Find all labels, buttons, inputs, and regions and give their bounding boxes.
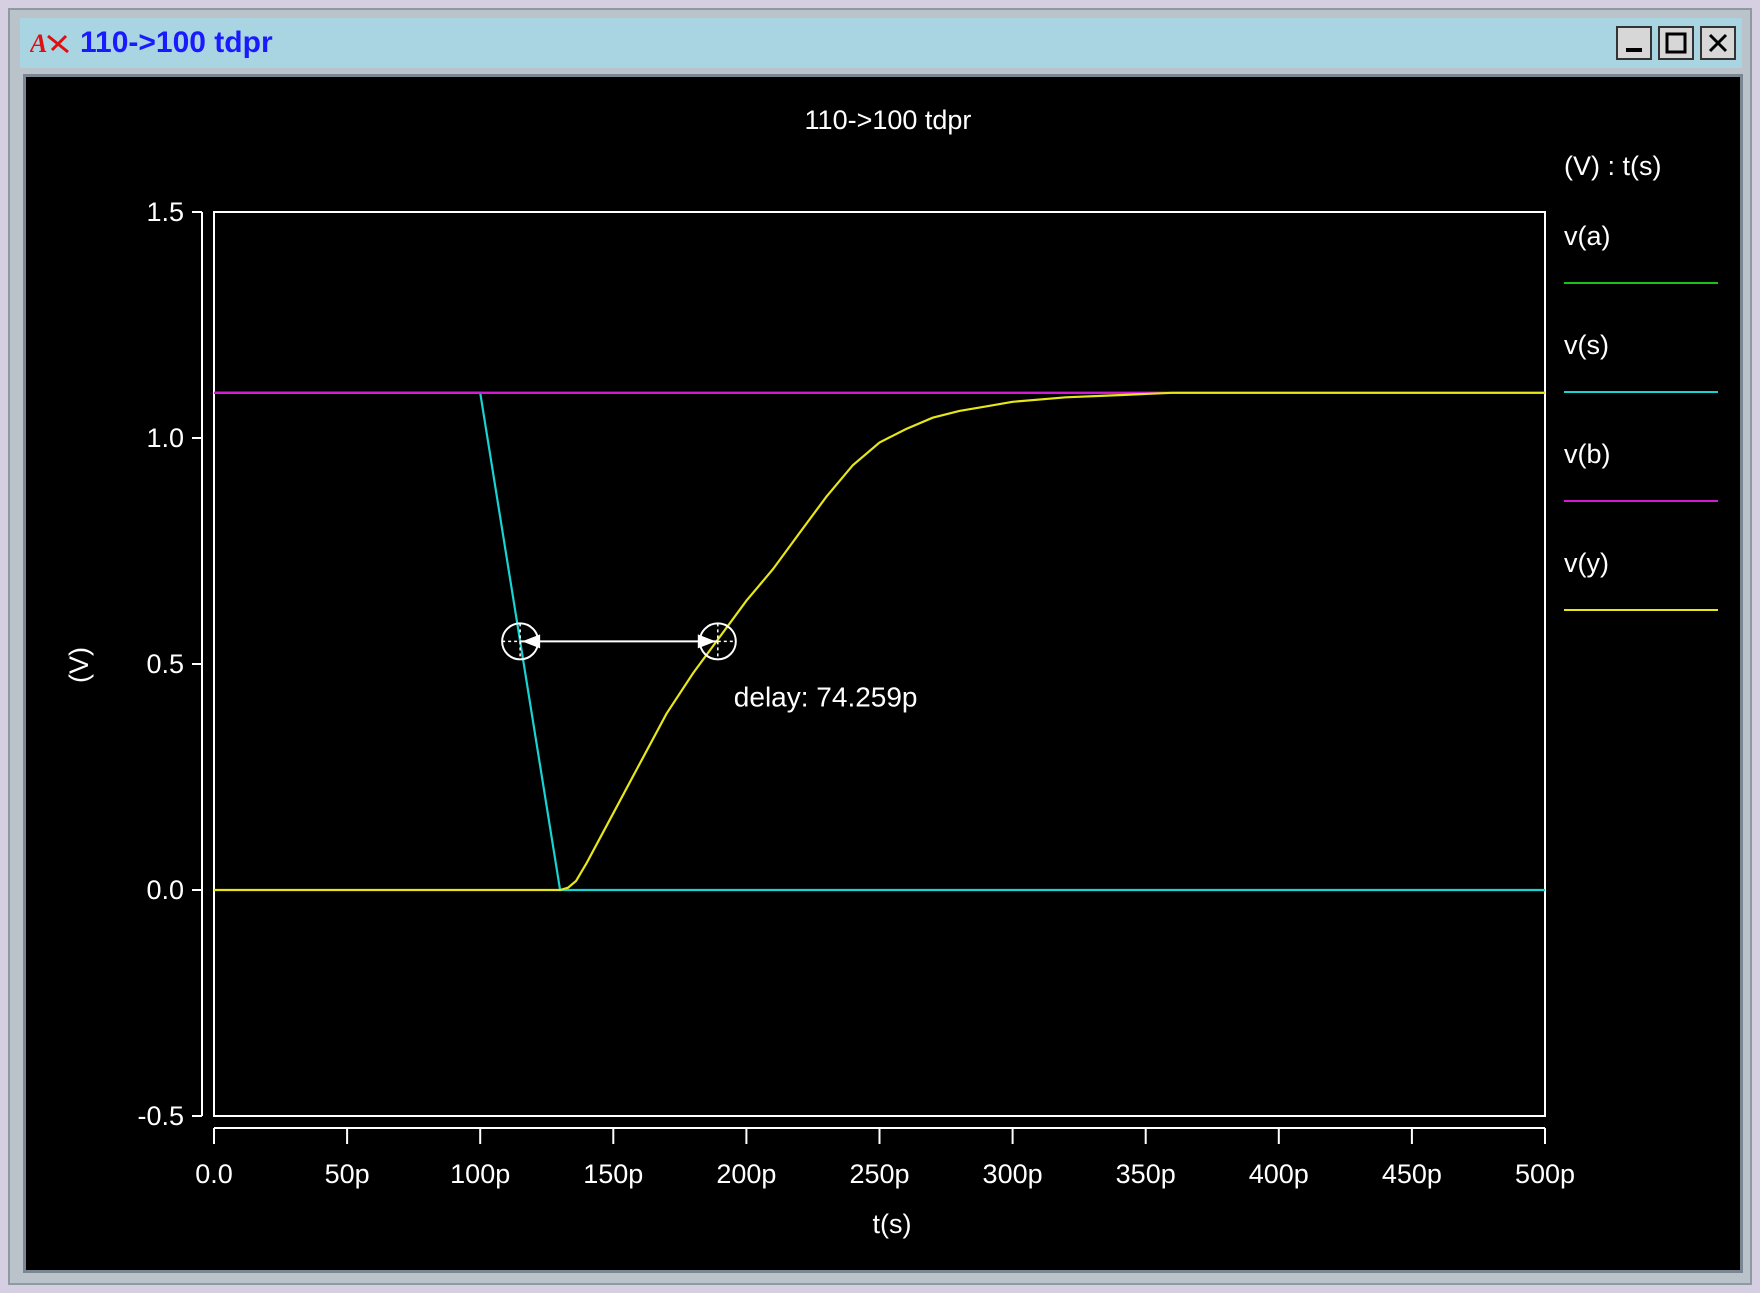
x-tick-label: 300p bbox=[983, 1159, 1043, 1189]
series-line-v-s bbox=[214, 391, 1545, 892]
series-line-v-y bbox=[214, 391, 1545, 892]
legend-label: v(s) bbox=[1564, 330, 1609, 360]
y-tick-label: 1.5 bbox=[146, 197, 184, 227]
x-tick-label: 350p bbox=[1116, 1159, 1176, 1189]
chart-svg: 110->100 tdpr 1.5 1.0 0.5 0.0 -0.5 0.0 50p 100… bbox=[64, 105, 1718, 1239]
x-tick-label: 50p bbox=[325, 1159, 370, 1189]
x-tick-label: 0.0 bbox=[195, 1159, 233, 1189]
close-button[interactable] bbox=[1700, 26, 1736, 60]
x-tick-label: 200p bbox=[716, 1159, 776, 1189]
x-tick-label: 400p bbox=[1249, 1159, 1309, 1189]
y-axis: 1.5 1.0 0.5 0.0 -0.5 bbox=[137, 197, 203, 1131]
legend-label: v(b) bbox=[1564, 439, 1611, 469]
maximize-icon bbox=[1665, 32, 1687, 54]
chart-title: 110->100 tdpr bbox=[805, 105, 972, 135]
x-tick-label: 100p bbox=[450, 1159, 510, 1189]
x-axis: 0.0 50p 100p 150p 200p 250p 300p 350p 400p 450p 50… bbox=[195, 1127, 1575, 1189]
y-tick-label: 1.0 bbox=[146, 423, 184, 453]
x-tick-label: 450p bbox=[1382, 1159, 1442, 1189]
close-icon bbox=[1708, 33, 1728, 53]
y-tick-label: 0.0 bbox=[146, 875, 184, 905]
x-tick-label: 150p bbox=[583, 1159, 643, 1189]
legend: v(a) v(s) v(b) v(y) bbox=[1564, 221, 1718, 611]
plot-area[interactable]: 110->100 tdpr 1.5 1.0 0.5 0.0 -0.5 0.0 50p 100… bbox=[23, 74, 1743, 1273]
delay-label: delay: 74.259p bbox=[734, 681, 918, 712]
y-tick-label: 0.5 bbox=[146, 649, 184, 679]
svg-text:A: A bbox=[30, 30, 47, 56]
maximize-button[interactable] bbox=[1658, 26, 1694, 60]
legend-label: v(y) bbox=[1564, 548, 1609, 578]
title-bar[interactable]: A 110->100 tdpr bbox=[20, 18, 1742, 68]
y-tick-label: -0.5 bbox=[137, 1101, 184, 1131]
window-title: 110->100 tdpr bbox=[80, 26, 273, 59]
x-axis-label: t(s) bbox=[873, 1209, 912, 1239]
window-controls bbox=[1616, 26, 1736, 60]
plot-box bbox=[213, 211, 1546, 1117]
minimize-button[interactable] bbox=[1616, 26, 1652, 60]
legend-label: v(a) bbox=[1564, 221, 1611, 251]
app-logo-icon: A bbox=[26, 18, 74, 68]
arrow-head-left bbox=[522, 634, 541, 649]
minimize-icon bbox=[1626, 48, 1642, 52]
x-tick-label: 500p bbox=[1515, 1159, 1575, 1189]
y-axis-label: (V) bbox=[64, 647, 94, 683]
series-layer bbox=[214, 391, 1545, 892]
delay-annotation[interactable]: delay: 74.259p bbox=[501, 622, 918, 712]
legend-header: (V) : t(s) bbox=[1564, 151, 1661, 181]
x-tick-label: 250p bbox=[849, 1159, 909, 1189]
plot-window: A 110->100 tdpr 110->100 tdpr 1.5 1.0 0.5 0… bbox=[8, 8, 1752, 1285]
